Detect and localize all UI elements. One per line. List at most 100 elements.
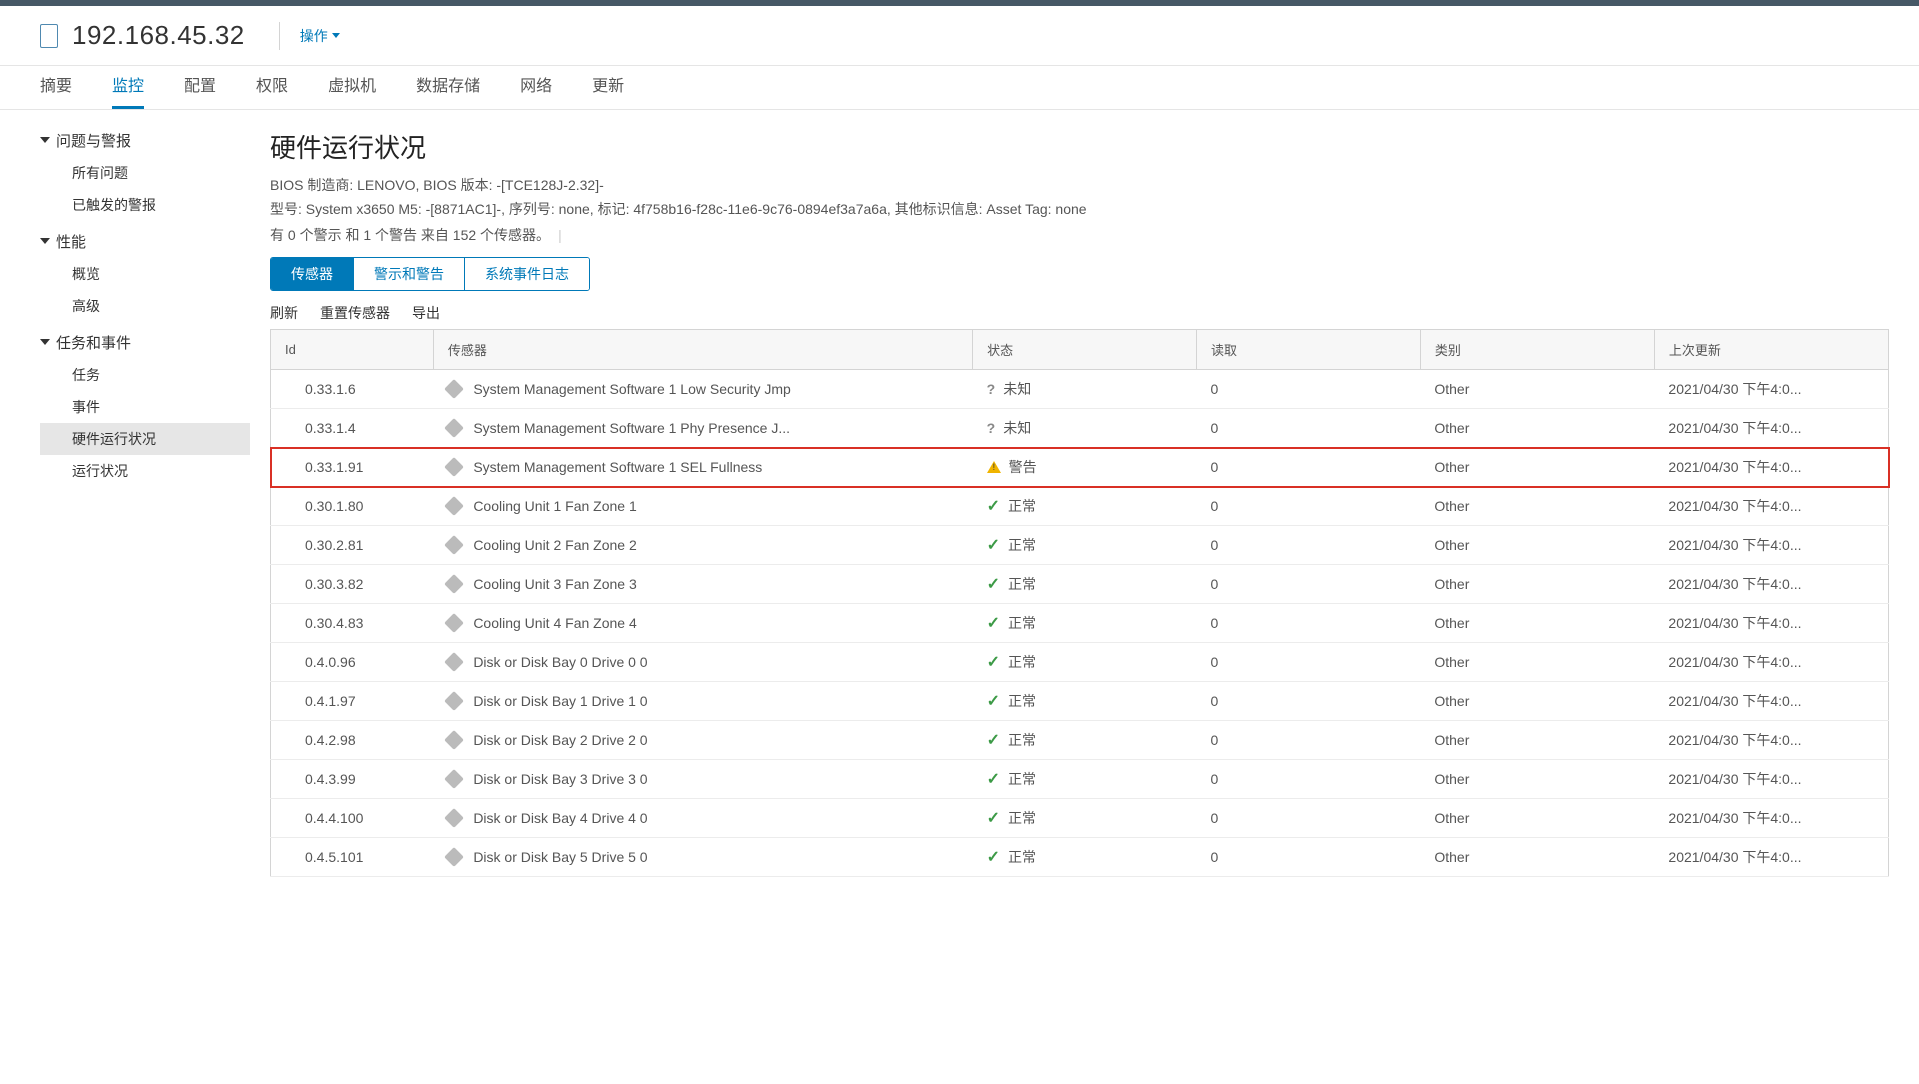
sensor-icon bbox=[444, 379, 464, 399]
cell-id: 0.4.1.97 bbox=[271, 682, 434, 721]
cell-category: Other bbox=[1420, 526, 1654, 565]
cell-sensor: System Management Software 1 Phy Presenc… bbox=[433, 409, 972, 448]
main-tab-2[interactable]: 配置 bbox=[184, 72, 216, 109]
cell-sensor: Disk or Disk Bay 2 Drive 2 0 bbox=[433, 721, 972, 760]
cell-id: 0.30.3.82 bbox=[271, 565, 434, 604]
cell-category: Other bbox=[1420, 487, 1654, 526]
sidebar-item-2-3[interactable]: 运行状况 bbox=[40, 455, 250, 487]
col-category[interactable]: 类别 bbox=[1420, 330, 1654, 370]
chevron-down-icon bbox=[332, 33, 340, 38]
sensors-table: Id 传感器 状态 读取 类别 上次更新 0.33.1.6System Mana… bbox=[270, 329, 1889, 877]
cell-read: 0 bbox=[1197, 487, 1421, 526]
main-tab-7[interactable]: 更新 bbox=[592, 72, 624, 109]
cell-time: 2021/04/30 下午4:0... bbox=[1654, 760, 1888, 799]
cell-time: 2021/04/30 下午4:0... bbox=[1654, 526, 1888, 565]
table-row[interactable]: 0.33.1.6System Management Software 1 Low… bbox=[271, 370, 1889, 409]
sidebar-item-1-1[interactable]: 高级 bbox=[40, 290, 250, 322]
main-tab-0[interactable]: 摘要 bbox=[40, 72, 72, 109]
sidebar-item-2-2[interactable]: 硬件运行状况 bbox=[40, 423, 250, 455]
check-icon: ✓ bbox=[987, 652, 1000, 672]
sensor-icon bbox=[444, 769, 464, 789]
sidebar-item-1-0[interactable]: 概览 bbox=[40, 258, 250, 290]
cell-sensor: Cooling Unit 2 Fan Zone 2 bbox=[433, 526, 972, 565]
main-tab-3[interactable]: 权限 bbox=[256, 72, 288, 109]
segment-2[interactable]: 系统事件日志 bbox=[465, 258, 589, 290]
col-id[interactable]: Id bbox=[271, 330, 434, 370]
cell-category: Other bbox=[1420, 604, 1654, 643]
cell-sensor: System Management Software 1 SEL Fullnes… bbox=[433, 448, 972, 487]
action-2[interactable]: 导出 bbox=[412, 303, 440, 323]
cell-time: 2021/04/30 下午4:0... bbox=[1654, 409, 1888, 448]
sidebar-item-0-1[interactable]: 已触发的警报 bbox=[40, 189, 250, 221]
table-header-row: Id 传感器 状态 读取 类别 上次更新 bbox=[271, 330, 1889, 370]
cell-read: 0 bbox=[1197, 565, 1421, 604]
main-tab-6[interactable]: 网络 bbox=[520, 72, 552, 109]
table-row[interactable]: 0.30.3.82Cooling Unit 3 Fan Zone 3✓正常0Ot… bbox=[271, 565, 1889, 604]
table-row[interactable]: 0.4.2.98Disk or Disk Bay 2 Drive 2 0✓正常0… bbox=[271, 721, 1889, 760]
main-tab-1[interactable]: 监控 bbox=[112, 72, 144, 109]
cell-id: 0.4.4.100 bbox=[271, 799, 434, 838]
segment-0[interactable]: 传感器 bbox=[271, 258, 354, 290]
sidebar-item-0-0[interactable]: 所有问题 bbox=[40, 157, 250, 189]
cell-id: 0.4.3.99 bbox=[271, 760, 434, 799]
action-1[interactable]: 重置传感器 bbox=[320, 303, 390, 323]
table-row[interactable]: 0.4.4.100Disk or Disk Bay 4 Drive 4 0✓正常… bbox=[271, 799, 1889, 838]
cell-category: Other bbox=[1420, 838, 1654, 877]
cell-time: 2021/04/30 下午4:0... bbox=[1654, 448, 1888, 487]
check-icon: ✓ bbox=[987, 613, 1000, 633]
table-row[interactable]: 0.4.0.96Disk or Disk Bay 0 Drive 0 0✓正常0… bbox=[271, 643, 1889, 682]
chevron-down-icon bbox=[40, 137, 50, 143]
bios-line: BIOS 制造商: LENOVO, BIOS 版本: -[TCE128J-2.3… bbox=[270, 175, 1889, 195]
divider bbox=[279, 22, 280, 50]
table-row[interactable]: 0.33.1.4System Management Software 1 Phy… bbox=[271, 409, 1889, 448]
col-read[interactable]: 读取 bbox=[1197, 330, 1421, 370]
check-icon: ✓ bbox=[987, 496, 1000, 516]
table-row[interactable]: 0.30.4.83Cooling Unit 4 Fan Zone 4✓正常0Ot… bbox=[271, 604, 1889, 643]
sensor-icon bbox=[444, 457, 464, 477]
cell-read: 0 bbox=[1197, 760, 1421, 799]
actions-menu[interactable]: 操作 bbox=[300, 26, 340, 46]
cell-read: 0 bbox=[1197, 604, 1421, 643]
cell-read: 0 bbox=[1197, 526, 1421, 565]
col-sensor[interactable]: 传感器 bbox=[433, 330, 972, 370]
segment-1[interactable]: 警示和警告 bbox=[354, 258, 465, 290]
check-icon: ✓ bbox=[987, 691, 1000, 711]
cell-sensor: Disk or Disk Bay 4 Drive 4 0 bbox=[433, 799, 972, 838]
sidebar-group-1[interactable]: 性能 bbox=[40, 225, 250, 258]
sidebar-item-2-1[interactable]: 事件 bbox=[40, 391, 250, 423]
table-row[interactable]: 0.30.1.80Cooling Unit 1 Fan Zone 1✓正常0Ot… bbox=[271, 487, 1889, 526]
sensor-summary-text: 有 0 个警示 和 1 个警告 来自 152 个传感器。 bbox=[270, 225, 550, 245]
action-0[interactable]: 刷新 bbox=[270, 303, 298, 323]
table-row[interactable]: 0.4.3.99Disk or Disk Bay 3 Drive 3 0✓正常0… bbox=[271, 760, 1889, 799]
sensor-icon bbox=[444, 574, 464, 594]
cell-sensor: Disk or Disk Bay 3 Drive 3 0 bbox=[433, 760, 972, 799]
table-row[interactable]: 0.33.1.91System Management Software 1 SE… bbox=[271, 448, 1889, 487]
col-status[interactable]: 状态 bbox=[973, 330, 1197, 370]
cell-read: 0 bbox=[1197, 370, 1421, 409]
unknown-icon: ? bbox=[987, 381, 996, 397]
content: 硬件运行状况 BIOS 制造商: LENOVO, BIOS 版本: -[TCE1… bbox=[250, 110, 1919, 877]
sidebar-group-0[interactable]: 问题与警报 bbox=[40, 124, 250, 157]
check-icon: ✓ bbox=[987, 769, 1000, 789]
sidebar-group-2[interactable]: 任务和事件 bbox=[40, 326, 250, 359]
page-title: 硬件运行状况 bbox=[270, 128, 1889, 165]
sidebar-item-2-0[interactable]: 任务 bbox=[40, 359, 250, 391]
cell-status: 警告 bbox=[973, 448, 1197, 487]
cell-status: ✓正常 bbox=[973, 838, 1197, 877]
divider: | bbox=[558, 227, 562, 243]
sensor-icon bbox=[444, 496, 464, 516]
table-row[interactable]: 0.30.2.81Cooling Unit 2 Fan Zone 2✓正常0Ot… bbox=[271, 526, 1889, 565]
cell-status: ✓正常 bbox=[973, 643, 1197, 682]
cell-status: ✓正常 bbox=[973, 487, 1197, 526]
cell-sensor: Cooling Unit 1 Fan Zone 1 bbox=[433, 487, 972, 526]
cell-status: ✓正常 bbox=[973, 760, 1197, 799]
table-row[interactable]: 0.4.5.101Disk or Disk Bay 5 Drive 5 0✓正常… bbox=[271, 838, 1889, 877]
main-tab-5[interactable]: 数据存储 bbox=[416, 72, 480, 109]
cell-status: ✓正常 bbox=[973, 604, 1197, 643]
col-last-update[interactable]: 上次更新 bbox=[1654, 330, 1888, 370]
cell-status: ✓正常 bbox=[973, 526, 1197, 565]
main-tab-4[interactable]: 虚拟机 bbox=[328, 72, 376, 109]
sidebar: 问题与警报所有问题已触发的警报性能概览高级任务和事件任务事件硬件运行状况运行状况 bbox=[0, 110, 250, 877]
sensor-icon bbox=[444, 418, 464, 438]
table-row[interactable]: 0.4.1.97Disk or Disk Bay 1 Drive 1 0✓正常0… bbox=[271, 682, 1889, 721]
